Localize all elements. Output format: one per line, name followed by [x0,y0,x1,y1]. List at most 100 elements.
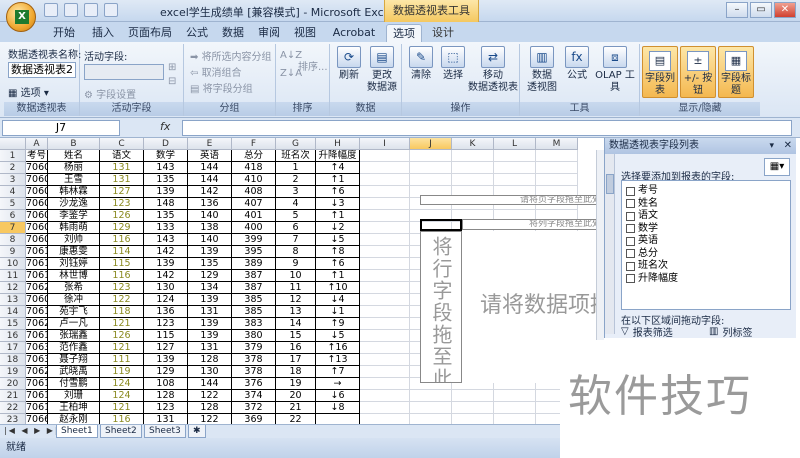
grid-cell[interactable]: ↑6 [316,186,360,198]
column-header[interactable]: D [144,138,188,150]
field-checkbox[interactable] [626,261,635,271]
grid-cell[interactable]: 115 [100,258,144,270]
row-header[interactable]: 7 [0,222,26,234]
layout-toggle-icon[interactable]: ▦▾ [764,158,790,176]
grid-cell[interactable]: 122 [188,390,232,402]
options-dropdown[interactable]: ▦ 选项 ▾ [8,84,49,99]
field-item[interactable]: 英语 [626,235,658,247]
grid-cell[interactable]: 135 [188,258,232,270]
field-checkbox[interactable] [626,274,635,283]
grid-cell[interactable]: 144 [188,378,232,390]
grid-cell[interactable] [494,402,536,414]
grid-cell[interactable]: 10 [276,270,316,282]
column-header[interactable]: K [452,138,494,150]
grid-cell[interactable]: 70623 [26,318,48,330]
field-checkbox[interactable] [626,249,635,258]
grid-cell[interactable]: 70668 [26,414,48,424]
formulas-button[interactable]: fx 公式 [562,46,592,82]
column-header[interactable]: F [232,138,276,150]
grid-cell[interactable]: 139 [188,294,232,306]
grid-cell[interactable]: 70619 [26,378,48,390]
row-header[interactable]: 8 [0,234,26,246]
grid-cell[interactable]: 张希 [48,282,100,294]
collapse-field-icon[interactable]: ⊟ [168,76,176,87]
grid-cell[interactable]: ↑10 [316,282,360,294]
column-header[interactable]: J [410,138,452,150]
grid-cell[interactable]: 385 [232,294,276,306]
grid-cell[interactable]: 369 [232,414,276,424]
column-header[interactable]: G [276,138,316,150]
grid-cell[interactable]: 杨丽 [48,162,100,174]
grid-cell[interactable]: ↓5 [316,234,360,246]
grid-cell[interactable]: 70604 [26,222,48,234]
grid-cell[interactable] [494,390,536,402]
panel-scrollbar[interactable] [605,154,615,334]
grid-cell[interactable]: 376 [232,378,276,390]
grid-cell[interactable]: 4 [276,198,316,210]
grid-cell[interactable]: 14 [276,318,316,330]
grid-cell[interactable]: 刘钰婷 [48,258,100,270]
row-header[interactable]: 20 [0,378,26,390]
grid-cell[interactable]: 139 [144,186,188,198]
column-labels-area[interactable]: ▥ 列标签 [709,324,752,339]
tab-data[interactable]: 数据 [216,24,250,42]
grid-cell[interactable] [410,390,452,402]
grid-cell[interactable] [360,366,410,378]
grid-cell[interactable] [360,390,410,402]
grid-cell[interactable]: 考号 [26,150,48,162]
grid-cell[interactable] [536,162,578,174]
grid-cell[interactable]: 70608 [26,294,48,306]
row-header[interactable]: 23 [0,414,26,424]
grid-cell[interactable]: ↑1 [316,210,360,222]
grid-cell[interactable]: 70625 [26,366,48,378]
undo-icon[interactable] [64,3,78,17]
grid-cell[interactable]: 13 [276,306,316,318]
grid-cell[interactable]: 9 [276,258,316,270]
sheet-tab-1[interactable]: Sheet1 [56,425,98,438]
tab-design[interactable]: 设计 [426,24,460,42]
grid-cell[interactable]: 379 [232,342,276,354]
sheet-nav-arrows[interactable]: |◀ ◀ ▶ ▶| [4,426,60,435]
grid-cell[interactable]: 70605 [26,162,48,174]
grid-cell[interactable]: 140 [188,234,232,246]
grid-cell[interactable]: 苑宇飞 [48,306,100,318]
field-checkbox[interactable] [626,211,635,221]
grid-cell[interactable]: ↓2 [316,222,360,234]
office-button[interactable]: X [6,2,36,32]
grid-cell[interactable]: 418 [232,162,276,174]
tab-formulas[interactable]: 公式 [180,24,214,42]
grid-cell[interactable]: 144 [188,174,232,186]
grid-cell[interactable]: 128 [144,390,188,402]
fx-icon[interactable]: fx [160,120,170,133]
grid-cell[interactable]: 升降幅度 [316,150,360,162]
field-checkbox[interactable] [626,199,635,208]
grid-cell[interactable]: 116 [100,270,144,282]
grid-cell[interactable]: 70603 [26,174,48,186]
grid-cell[interactable]: 2 [276,174,316,186]
grid-cell[interactable] [494,414,536,424]
column-header[interactable]: B [48,138,100,150]
row-header[interactable]: 21 [0,390,26,402]
report-filter-area[interactable]: ▽ 报表筛选 [621,324,673,339]
grid-cell[interactable]: 姓名 [48,150,100,162]
grid-cell[interactable]: 129 [100,222,144,234]
maximize-button[interactable]: ▭ [750,2,772,18]
row-header[interactable]: 11 [0,270,26,282]
grid-cell[interactable] [452,162,494,174]
redo-icon[interactable] [84,3,98,17]
select-all-corner[interactable] [0,138,26,150]
clear-button[interactable]: ✎ 清除 [406,46,436,82]
page-field-drop-zone[interactable]: 请将页字段拖至此处 [420,195,604,205]
grid-cell[interactable] [360,318,410,330]
grid-cell[interactable]: 142 [144,270,188,282]
row-header[interactable]: 9 [0,246,26,258]
grid-cell[interactable] [360,414,410,424]
grid-cell[interactable]: 韩林霖 [48,186,100,198]
grid-cell[interactable]: 138 [188,222,232,234]
grid-cell[interactable]: 70614 [26,390,48,402]
grid-cell[interactable]: 20 [276,390,316,402]
row-header[interactable]: 4 [0,186,26,198]
grid-cell[interactable]: ↑13 [316,354,360,366]
grid-cell[interactable] [410,150,452,162]
grid-cell[interactable]: ↓4 [316,294,360,306]
